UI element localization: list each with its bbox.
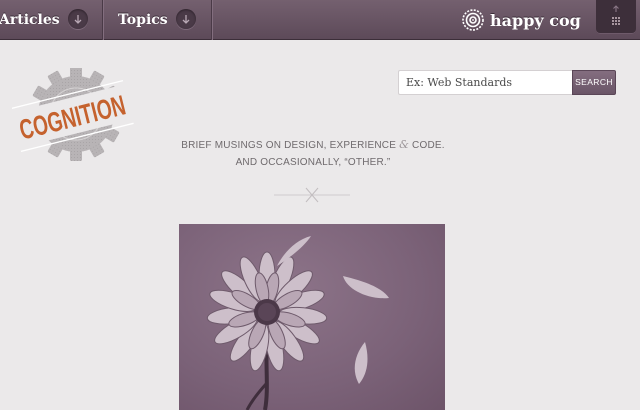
flower-illustration	[206, 236, 389, 410]
ampersand: &	[399, 138, 410, 151]
happy-cog-spiral-icon	[462, 9, 484, 31]
nav-item-label: Articles	[0, 12, 60, 28]
search-button[interactable]: SEARCH	[572, 70, 616, 95]
chevron-down-icon[interactable]	[176, 9, 196, 29]
nav-item-label: Topics	[118, 12, 168, 28]
chevron-down-icon[interactable]	[68, 9, 88, 29]
grid-menu-button[interactable]	[596, 0, 636, 34]
brand-name: happy cog	[490, 10, 581, 30]
happy-cog-brand-link[interactable]: happy cog	[462, 9, 581, 31]
top-navigation-bar: Articles Topics happy cog	[0, 0, 640, 40]
tagline-line-2: AND OCCASIONALLY, “OTHER.”	[235, 157, 391, 168]
featured-article-image[interactable]	[179, 224, 445, 410]
grid-menu-icon	[612, 5, 620, 25]
nav-item-topics[interactable]: Topics	[103, 0, 212, 40]
site-tagline: BRIEF MUSINGS ON DESIGN, EXPERIENCE & CO…	[160, 136, 466, 171]
search-input[interactable]	[398, 70, 572, 95]
nav-item-articles[interactable]: Articles	[0, 0, 103, 40]
tagline-line-1: BRIEF MUSINGS ON DESIGN, EXPERIENCE & CO…	[181, 138, 445, 151]
cognition-logo[interactable]: COGNITION	[10, 67, 134, 164]
decorative-divider	[274, 187, 350, 203]
